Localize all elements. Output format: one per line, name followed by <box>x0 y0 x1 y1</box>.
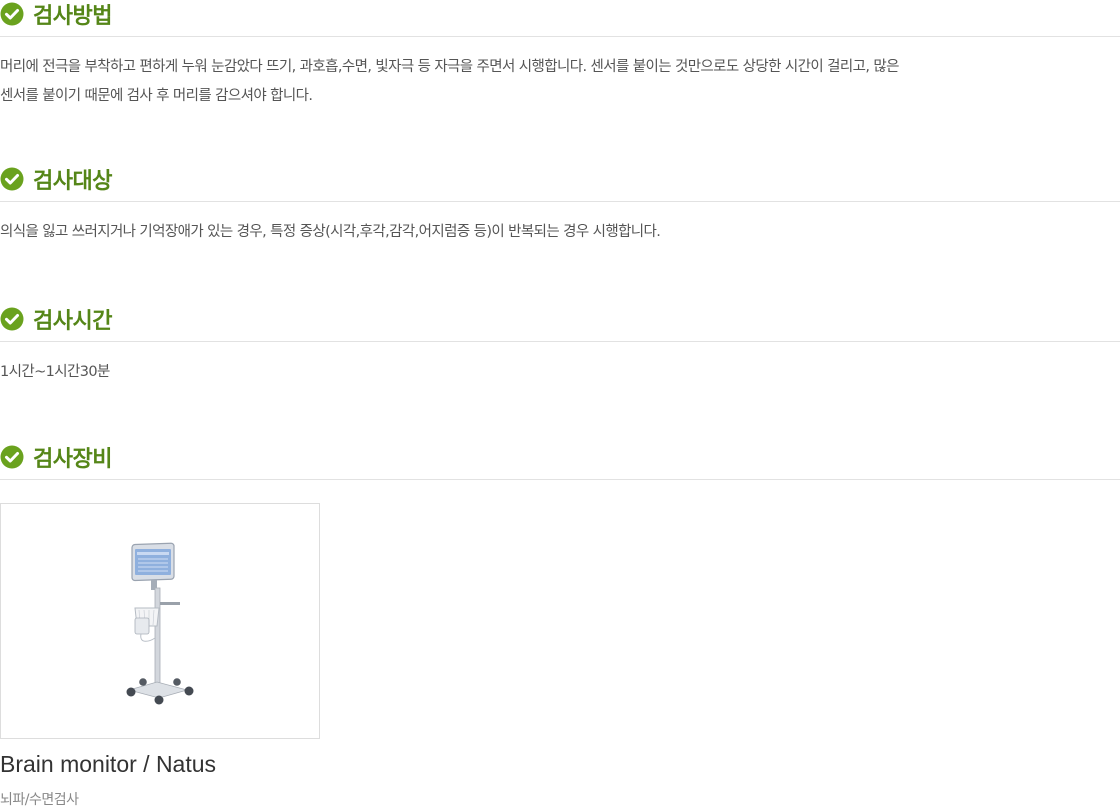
section-header: 검사대상 <box>0 165 1120 202</box>
section-title: 검사장비 <box>33 447 112 472</box>
section-title: 검사시간 <box>33 309 112 334</box>
section-exam-time: 검사시간 1시간~1시간30분 <box>0 305 1120 387</box>
check-circle-icon <box>0 445 24 469</box>
section-body: 1시간~1시간30분 <box>0 342 1120 387</box>
section-body: 의식을 잃고 쓰러지거나 기억장애가 있는 경우, 특정 증상(시각,후각,감각… <box>0 202 1120 247</box>
equipment-type: 뇌파/수면검사 <box>0 792 79 808</box>
section-title: 검사대상 <box>33 169 112 194</box>
section-header: 검사장비 <box>0 443 1120 480</box>
equipment-name[interactable]: Brain monitor / Natus <box>0 751 216 778</box>
section-exam-target: 검사대상 의식을 잃고 쓰러지거나 기억장애가 있는 경우, 특정 증상(시각,… <box>0 165 1120 247</box>
brain-monitor-cart-image <box>126 542 194 705</box>
section-body: 머리에 전극을 부착하고 편하게 누워 눈감았다 뜨기, 과호흡,수면, 빛자극… <box>0 37 1120 111</box>
body-line: 머리에 전극을 부착하고 편하게 누워 눈감았다 뜨기, 과호흡,수면, 빛자극… <box>0 59 899 75</box>
section-exam-method: 검사방법 머리에 전극을 부착하고 편하게 누워 눈감았다 뜨기, 과호흡,수면… <box>0 0 1120 111</box>
body-line: 센서를 붙이기 때문에 검사 후 머리를 감으셔야 합니다. <box>0 88 313 104</box>
body-line: 의식을 잃고 쓰러지거나 기억장애가 있는 경우, 특정 증상(시각,후각,감각… <box>0 224 661 240</box>
body-line: 1시간~1시간30분 <box>0 364 110 380</box>
equipment-image-frame[interactable] <box>0 503 320 739</box>
section-title: 검사방법 <box>33 4 112 29</box>
equipment-card[interactable] <box>0 503 320 739</box>
section-exam-equipment: 검사장비 <box>0 443 1120 480</box>
section-header: 검사시간 <box>0 305 1120 342</box>
check-circle-icon <box>0 307 24 331</box>
section-header: 검사방법 <box>0 0 1120 37</box>
check-circle-icon <box>0 167 24 191</box>
check-circle-icon <box>0 2 24 26</box>
